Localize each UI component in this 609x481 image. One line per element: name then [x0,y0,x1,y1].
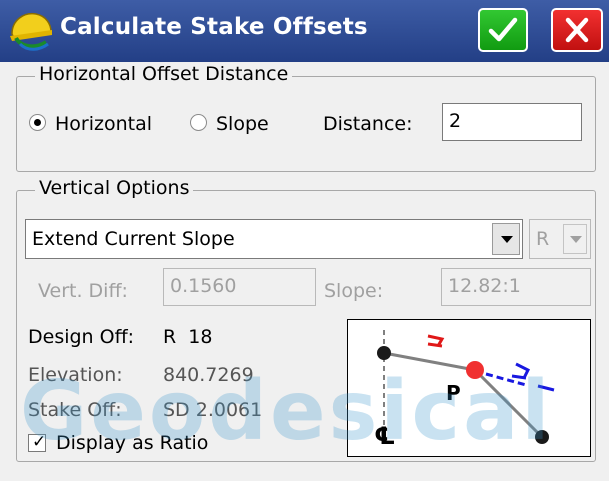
distance-label: Distance: [323,113,413,135]
point-label: P [446,381,461,405]
chevron-down-icon [563,224,587,254]
horizontal-radio-label[interactable]: Horizontal [55,113,152,135]
distance-input[interactable]: 2 [442,103,582,141]
vertical-option-value: Extend Current Slope [32,228,235,250]
stake-off-label: Stake Off: [28,399,122,421]
chevron-down-icon[interactable] [492,223,520,255]
title-bar: Calculate Stake Offsets [0,0,609,62]
stake-offsets-dialog: Calculate Stake Offsets Horizontal Offse… [0,0,609,481]
ok-button[interactable] [478,8,528,52]
vert-diff-input: 0.1560 [163,268,316,306]
elevation-value: 840.7269 [163,364,254,386]
side-select: R [529,219,591,259]
centerline-point [377,346,391,360]
elevation-label: Elevation: [28,364,123,386]
centerline-symbol: ℄ [374,422,396,450]
window-title: Calculate Stake Offsets [60,14,368,40]
horizontal-offset-legend: Horizontal Offset Distance [35,63,293,85]
slope-label: Slope: [324,280,384,302]
horizontal-radio[interactable] [29,114,46,131]
design-off-label: Design Off: [28,326,135,348]
stake-off-value: SD 2.0061 [163,399,263,421]
catch-point [535,430,549,444]
vertical-options-legend: Vertical Options [35,177,194,199]
slope-radio[interactable] [190,114,207,131]
side-select-value: R [536,228,550,250]
display-as-ratio-checkbox[interactable]: ✓ [28,432,47,452]
carlson-helmet-icon [10,12,52,51]
vertical-option-select[interactable]: Extend Current Slope [25,219,523,259]
design-off-value: R 18 [163,326,213,348]
check-icon: ✓ [32,432,47,452]
display-as-ratio-label[interactable]: Display as Ratio [56,432,208,454]
close-icon [565,17,589,43]
blue-arrow-mark [511,362,555,392]
slope-radio-label[interactable]: Slope [216,113,269,135]
checkmark-icon [488,17,518,42]
close-button[interactable] [551,8,603,52]
stake-point [466,361,484,379]
vert-diff-label: Vert. Diff: [38,280,128,302]
slope-input: 12.82:1 [441,268,591,306]
offset-diagram: P ℄ [347,319,591,457]
existing-slope-line [383,351,476,372]
offset-diagram-graphic: P ℄ [374,330,555,450]
red-arrow-mark [427,334,445,348]
